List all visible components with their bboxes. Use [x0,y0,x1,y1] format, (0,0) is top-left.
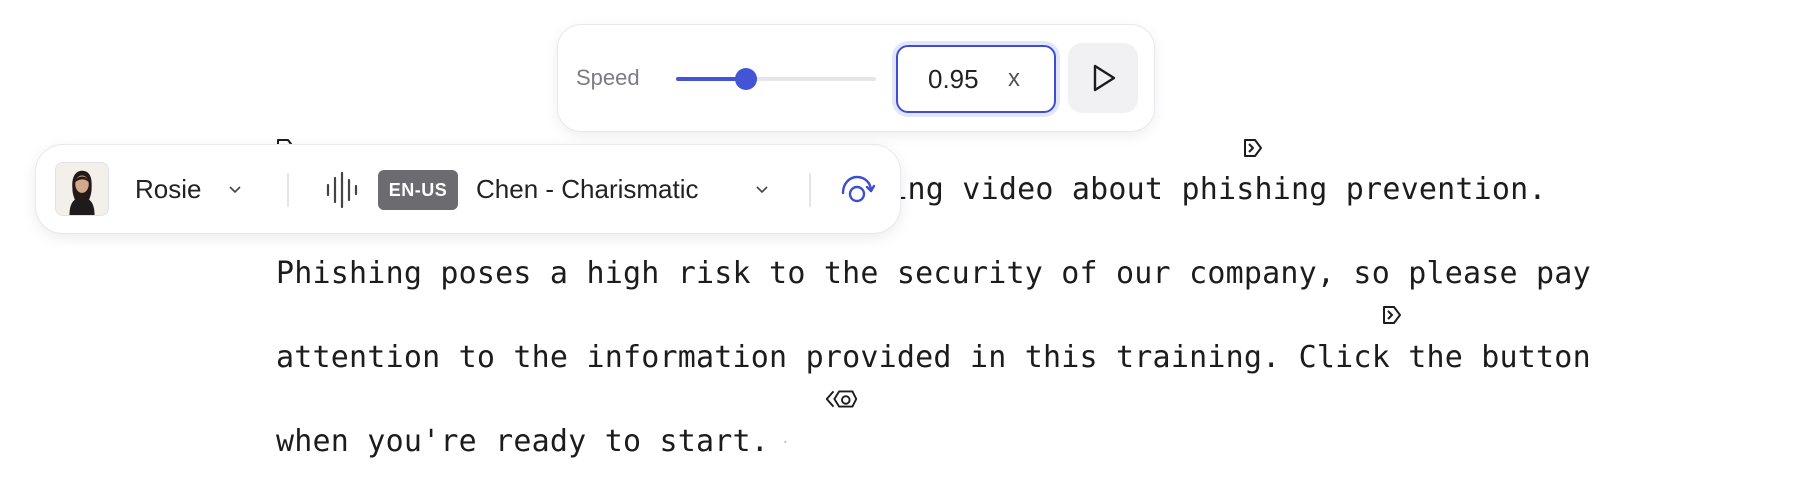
play-icon [1093,64,1116,92]
speed-input[interactable]: 0.95 x [896,45,1056,113]
speed-label: Speed [576,65,640,90]
script-line-2[interactable]: Phishing poses a high risk to the securi… [276,254,1591,294]
speed-slider[interactable] [676,65,876,93]
speed-value[interactable]: 0.95 [928,64,992,95]
text-caret: · [781,434,790,451]
avatar-photo [56,163,108,215]
divider [287,173,289,207]
script-line-4[interactable]: when you're ready to start. · [276,422,790,462]
pause-marker-icon[interactable] [1239,134,1267,162]
language-badge: EN-US [378,170,458,210]
pause-marker-icon[interactable] [1378,301,1406,329]
waveform-icon [326,171,358,209]
script-line-3[interactable]: attention to the information provided in… [276,338,1591,378]
voice-name[interactable]: Chen - Charismatic [476,174,699,205]
chevron-down-icon[interactable] [227,181,243,197]
script-line-1[interactable]: ning video about phishing prevention. [871,170,1547,210]
avatar[interactable] [55,162,109,216]
play-button[interactable] [1068,43,1138,113]
speed-popover: Speed 0.95 x [557,24,1155,132]
script-line-4-text: when you're ready to start. [276,424,770,459]
chevron-down-icon[interactable] [754,181,770,197]
divider [809,173,811,207]
editor-canvas: ning video about phishing prevention. Ph… [0,0,1796,502]
slider-thumb[interactable] [735,68,757,90]
regenerate-icon[interactable] [837,169,877,209]
speed-unit: x [1008,65,1020,92]
voice-toolbar: Rosie EN-US Chen - Charismatic [35,144,901,234]
rewind-marker-icon[interactable] [822,385,862,413]
avatar-name[interactable]: Rosie [135,174,201,205]
